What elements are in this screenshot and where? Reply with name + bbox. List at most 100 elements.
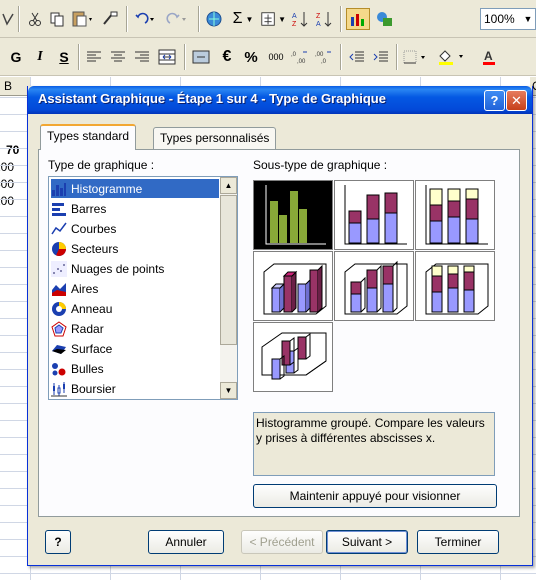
chart-type-item-label: Boursier <box>71 381 116 396</box>
tab-custom-types[interactable]: Types personnalisés <box>153 127 277 149</box>
stock-icon <box>51 381 67 397</box>
chart-subtype-option[interactable] <box>253 322 333 392</box>
chart-subtype-option[interactable] <box>334 180 414 250</box>
help-button[interactable]: ? <box>45 530 71 554</box>
chart-type-item-label: Surface <box>71 341 113 356</box>
title-help-button[interactable]: ? <box>484 90 505 111</box>
svg-text:A: A <box>292 13 297 20</box>
chart-type-item[interactable]: Barres <box>51 199 219 218</box>
chart-type-item[interactable]: Bulles <box>51 359 219 378</box>
chart-subtype-option[interactable] <box>253 180 333 250</box>
chart-type-item[interactable]: Secteurs <box>51 239 219 258</box>
previous-button[interactable]: < Précédent <box>241 530 323 554</box>
redo-icon[interactable] <box>164 8 192 30</box>
align-center-icon[interactable] <box>108 46 128 68</box>
finish-button[interactable]: Terminer <box>417 530 499 554</box>
underline-button[interactable]: S <box>54 46 74 68</box>
decrease-decimal-icon[interactable]: ,00,0 <box>314 46 336 68</box>
dialog-titlebar[interactable]: Assistant Graphique - Étape 1 sur 4 - Ty… <box>28 86 532 114</box>
fill-color-icon[interactable] <box>436 46 470 68</box>
svg-text:,0: ,0 <box>291 52 297 58</box>
font-color-icon[interactable]: A <box>474 46 504 68</box>
histogram-icon <box>51 181 67 197</box>
scroll-down-button[interactable]: ▼ <box>220 382 237 399</box>
chart-type-item[interactable]: Anneau <box>51 299 219 318</box>
donut-icon <box>51 301 67 317</box>
hyperlink-icon[interactable] <box>204 8 226 30</box>
toolbar-separator <box>18 6 20 32</box>
align-right-icon[interactable] <box>132 46 152 68</box>
merge-center-icon[interactable] <box>156 46 178 68</box>
currency-style-button[interactable]: € <box>216 46 238 68</box>
chart-type-label: Type de graphique : <box>48 158 155 172</box>
toolbar-separator <box>340 6 342 32</box>
zoom-dropdown-arrow[interactable]: ▼ <box>520 8 536 30</box>
bold-button[interactable]: G <box>6 46 26 68</box>
increase-decimal-icon[interactable]: ,0,00 <box>290 46 312 68</box>
undo-icon[interactable] <box>132 8 160 30</box>
chart-wizard-dialog: Assistant Graphique - Étape 1 sur 4 - Ty… <box>27 86 533 566</box>
chart-type-item-label: Histogramme <box>71 181 143 196</box>
insert-function-icon[interactable]: ▼ <box>260 8 286 30</box>
autosum-icon[interactable]: Σ ▼ <box>230 8 256 30</box>
scroll-thumb[interactable] <box>220 195 237 345</box>
chart-type-item[interactable]: Boursier <box>51 379 219 398</box>
sort-descending-icon[interactable]: ZA <box>314 8 334 30</box>
toolbar-separator <box>340 44 342 70</box>
svg-text:,0: ,0 <box>321 59 327 65</box>
svg-text:,00: ,00 <box>315 52 324 58</box>
format-painter-icon[interactable] <box>100 8 120 30</box>
tab-standard-types[interactable]: Types standard <box>40 124 137 150</box>
spellcheck-icon[interactable] <box>0 8 16 30</box>
surface-icon <box>51 341 67 357</box>
euro-conversion-icon[interactable] <box>190 46 212 68</box>
cut-icon[interactable] <box>26 8 44 30</box>
dialog-title: Assistant Graphique - Étape 1 sur 4 - Ty… <box>38 91 386 106</box>
chart-subtype-option[interactable] <box>334 251 414 321</box>
drawing-icon[interactable] <box>374 8 396 30</box>
copy-icon[interactable] <box>48 8 66 30</box>
svg-text:Z: Z <box>316 13 321 20</box>
chart-type-item[interactable]: Histogramme <box>51 179 219 198</box>
cell-value: 100 <box>0 194 15 208</box>
preview-button-label: Maintenir appuyé pour visionner <box>289 489 461 503</box>
preview-hold-button[interactable]: Maintenir appuyé pour visionner <box>253 484 497 508</box>
column-header[interactable]: B <box>0 77 30 96</box>
chart-subtype-option[interactable] <box>415 251 495 321</box>
align-left-icon[interactable] <box>84 46 104 68</box>
toolbar-separator <box>78 44 80 70</box>
borders-icon[interactable] <box>402 46 432 68</box>
chart-subtype-option[interactable] <box>253 251 333 321</box>
percent-style-button[interactable]: % <box>240 46 262 68</box>
subtype-label: Sous-type de graphique : <box>253 158 388 172</box>
listbox-scrollbar[interactable]: ▲ ▼ <box>220 177 237 399</box>
standard-toolbar: Σ ▼ ▼ AZ ZA 100% ▼ <box>0 0 536 38</box>
chart-type-item-label: Radar <box>71 321 104 336</box>
italic-button[interactable]: I <box>30 46 50 68</box>
chart-type-item[interactable]: Radar <box>51 319 219 338</box>
thousands-separator-button[interactable]: 000 <box>264 46 288 68</box>
decrease-indent-icon[interactable] <box>346 46 368 68</box>
chart-subtype-thumbnail <box>256 183 330 247</box>
title-close-button[interactable]: ✕ <box>506 90 527 111</box>
next-button[interactable]: Suivant > <box>326 530 408 554</box>
svg-text:A: A <box>316 21 321 28</box>
chart-subtype-thumbnail <box>425 263 489 315</box>
sort-ascending-icon[interactable]: AZ <box>290 8 310 30</box>
scroll-up-button[interactable]: ▲ <box>220 177 237 194</box>
column-header-letter: B <box>4 79 13 93</box>
chart-wizard-icon[interactable] <box>346 8 370 30</box>
chart-type-listbox[interactable]: Histogramme Barres Courbes Secteurs Nuages d… <box>48 176 238 400</box>
paste-icon[interactable] <box>70 8 96 30</box>
cancel-button[interactable]: Annuler <box>148 530 224 554</box>
line-chart-icon <box>51 220 67 237</box>
chart-subtype-thumbnail <box>261 332 327 380</box>
chart-type-item[interactable]: Courbes <box>51 219 219 238</box>
chart-type-item[interactable]: Nuages de points <box>51 259 219 278</box>
chart-subtype-option[interactable] <box>415 180 495 250</box>
chart-type-item[interactable]: Surface <box>51 339 219 358</box>
increase-indent-icon[interactable] <box>370 46 392 68</box>
chart-type-item[interactable]: Aires <box>51 279 219 298</box>
chart-subtype-thumbnail <box>263 263 327 315</box>
toolbar-separator <box>184 44 186 70</box>
